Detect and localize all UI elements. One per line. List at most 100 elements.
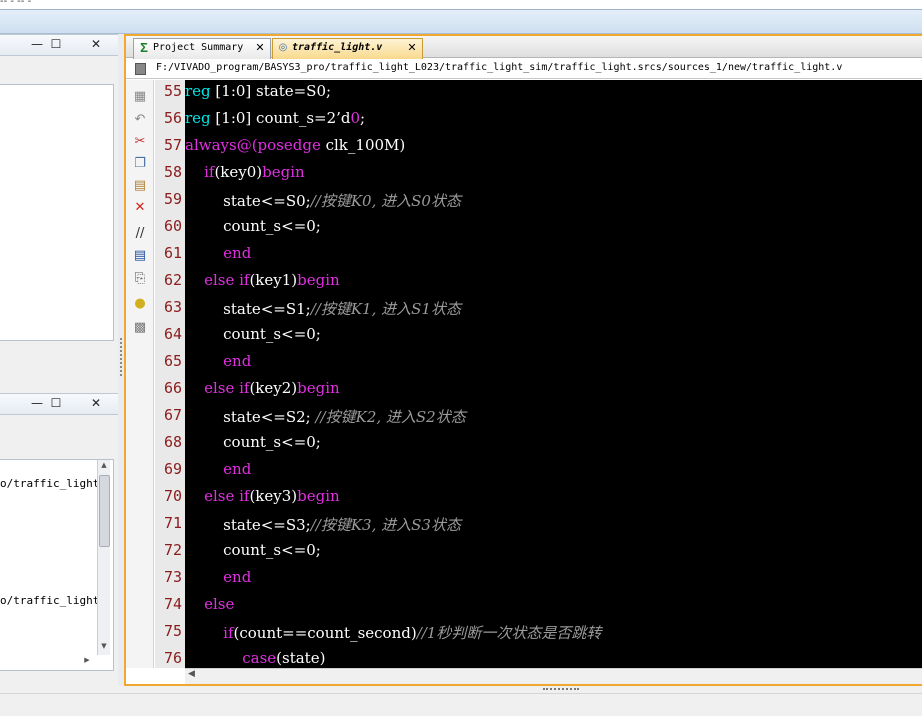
close-tab-icon[interactable]: ✕ [406, 39, 418, 57]
line-number: 71 [163, 514, 182, 532]
code-token: (key0) [214, 163, 263, 181]
code-token: if [223, 624, 234, 642]
code-token: count_s<=0; [185, 217, 321, 235]
code-line: state<=S3;//按键K3, 进入S3状态 [185, 514, 461, 535]
line-number: 69 [163, 460, 182, 478]
file-icon [135, 63, 146, 75]
code-line: state<=S1;//按键K1, 进入S1状态 [185, 298, 461, 319]
hint-bulb-icon[interactable]: ● [132, 296, 148, 312]
scroll-right-icon[interactable]: ▶ [82, 656, 92, 664]
vertical-scrollbar[interactable]: ▲ ▼ [97, 460, 110, 655]
settings-icon[interactable]: ▩ [132, 320, 148, 336]
code-token: begin [297, 487, 340, 505]
delete-icon[interactable]: ✕ [132, 200, 148, 216]
code-line: end [185, 460, 251, 478]
code-token: state<=S2; [185, 408, 316, 426]
code-line: else if(key2)begin [185, 379, 340, 397]
save-icon[interactable]: ▦ [132, 89, 148, 105]
scroll-left-icon[interactable]: ◀ [188, 669, 195, 679]
minimize-pane-button[interactable]: — [30, 37, 44, 51]
code-line: if(key0)begin [185, 163, 305, 181]
code-line: reg [1:0] state=S0; [185, 82, 331, 100]
scrollbar-thumb[interactable] [99, 475, 110, 547]
line-number: 65 [163, 352, 182, 370]
code-token: end [223, 352, 252, 370]
verilog-file-icon: ◎ [278, 42, 288, 53]
line-number: 64 [163, 325, 182, 343]
bottom-splitter-grip[interactable] [543, 688, 579, 691]
close-pane-button[interactable]: ✕ [89, 37, 103, 51]
splitter-grip[interactable] [120, 338, 122, 376]
tab-project-summary[interactable]: Σ Project Summary ✕ [133, 38, 271, 59]
line-number: 67 [163, 406, 182, 424]
line-number: 59 [163, 190, 182, 208]
code-token: state<=S3; [185, 516, 311, 534]
line-number: 55 [163, 82, 182, 100]
tab-label: Project Summary [153, 42, 244, 53]
code-token: 0 [350, 109, 361, 127]
code-token: else if [204, 379, 250, 397]
code-token: end [223, 460, 252, 478]
line-number: 68 [163, 433, 182, 451]
tab-label: traffic_light.v [292, 42, 383, 53]
comment-icon[interactable]: // [132, 226, 148, 242]
code-token: end [223, 244, 252, 262]
maximize-pane-button[interactable]: ☐ [49, 37, 63, 51]
code-line: reg [1:0] count_s=2’d0; [185, 109, 365, 127]
code-token: if [204, 163, 215, 181]
code-line: always@(posedge clk_100M) [185, 136, 405, 154]
code-token: [1:0] count_s=2’d [210, 109, 351, 127]
code-token: begin [297, 271, 340, 289]
code-token: begin [262, 163, 305, 181]
code-line: end [185, 244, 251, 262]
code-token: count_s<=0; [185, 541, 321, 559]
list-item[interactable]: o/traffic_light_ [0, 477, 106, 490]
code-line: state<=S0;//按键K0, 进入S0状态 [185, 190, 461, 211]
cut-icon[interactable]: ✂ [132, 134, 148, 150]
maximize-pane-button[interactable]: ☐ [49, 396, 63, 410]
line-number: 56 [163, 109, 182, 127]
line-number: 60 [163, 217, 182, 235]
code-token: (state) [276, 649, 326, 667]
code-token: ; [360, 109, 366, 127]
list-item[interactable]: o/traffic_light_ [0, 594, 106, 607]
close-pane-button[interactable]: ✕ [89, 396, 103, 410]
code-token: //按键K2, 进入S2状态 [315, 408, 466, 426]
horizontal-scrollbar[interactable] [185, 668, 922, 684]
code-token: end [223, 568, 252, 586]
line-number: 70 [163, 487, 182, 505]
code-line: else [185, 595, 234, 613]
top-pane-content [0, 84, 114, 341]
select-block-icon[interactable]: ▤ [132, 248, 148, 264]
code-token: count_s<=0; [185, 325, 321, 343]
undo-icon[interactable]: ↶ [132, 112, 148, 128]
minimize-pane-button[interactable]: — [30, 396, 44, 410]
code-token: //按键K0, 进入S0状态 [310, 192, 461, 210]
tab-traffic-light-v[interactable]: ◎ traffic_light.v ✕ [272, 38, 423, 59]
bottom-pane-content: o/traffic_light_ o/traffic_light_ ▲ ▼ ▶ [0, 459, 114, 671]
code-token: case [242, 649, 277, 667]
pane-header-top: — ☐ ✕ [0, 34, 118, 56]
replace-icon[interactable]: ⎘ [132, 271, 148, 287]
scroll-down-icon[interactable]: ▼ [99, 642, 109, 650]
copy-icon[interactable]: ❐ [132, 156, 148, 172]
paste-icon[interactable]: ▤ [132, 178, 148, 194]
code-token: begin [297, 379, 340, 397]
code-line: case(state) [185, 649, 325, 667]
code-token: (key3) [249, 487, 298, 505]
code-token: state<=S0; [185, 192, 311, 210]
code-line: end [185, 352, 251, 370]
code-token: [1:0] state=S0; [210, 82, 332, 100]
scroll-up-icon[interactable]: ▲ [99, 461, 109, 469]
code-token: posedge [257, 136, 321, 154]
code-token: else if [204, 271, 250, 289]
code-token: reg [185, 109, 211, 127]
code-line: end [185, 568, 251, 586]
close-tab-icon[interactable]: ✕ [254, 39, 266, 57]
line-number: 75 [163, 622, 182, 640]
